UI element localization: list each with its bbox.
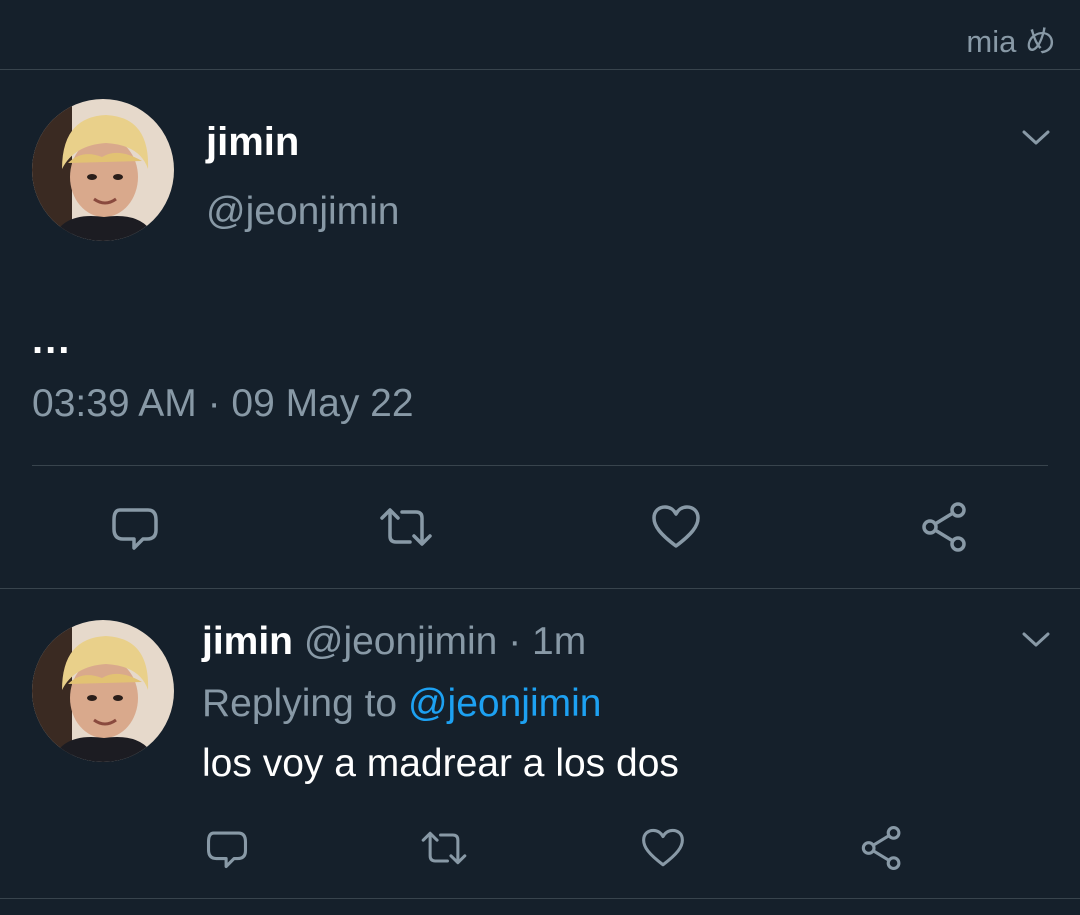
author-handle[interactable]: @jeonjimin bbox=[206, 190, 400, 234]
author-name[interactable]: jimin bbox=[206, 120, 299, 165]
author-handle[interactable]: @jeonjimin bbox=[304, 620, 498, 663]
replying-to: Replying to @jeonjimin bbox=[202, 682, 601, 726]
author-name[interactable]: jimin bbox=[202, 620, 293, 663]
watermark: mia め bbox=[966, 24, 1056, 59]
mention-link[interactable]: @jeonjimin bbox=[408, 682, 602, 725]
avatar-image bbox=[32, 99, 174, 241]
tweet-text: ... bbox=[32, 318, 72, 362]
replying-prefix: Replying to bbox=[202, 682, 408, 725]
reply-header: jimin @jeonjimin · 1m bbox=[202, 620, 586, 664]
divider bbox=[32, 465, 1048, 466]
time-separator: · bbox=[497, 620, 533, 663]
bottom-divider bbox=[0, 898, 1080, 899]
section-divider bbox=[0, 588, 1080, 589]
like-icon[interactable] bbox=[640, 826, 686, 870]
retweet-icon[interactable] bbox=[376, 502, 436, 552]
avatar[interactable] bbox=[32, 99, 174, 241]
top-bar: mia め bbox=[0, 0, 1080, 70]
share-icon[interactable] bbox=[858, 824, 906, 872]
reply-icon[interactable] bbox=[110, 502, 160, 552]
like-icon[interactable] bbox=[650, 502, 702, 552]
reply-icon[interactable] bbox=[205, 826, 249, 870]
retweet-icon[interactable] bbox=[418, 826, 470, 870]
avatar-image bbox=[32, 620, 174, 762]
avatar[interactable] bbox=[32, 620, 174, 762]
chevron-down-icon[interactable] bbox=[1021, 630, 1051, 650]
share-icon[interactable] bbox=[918, 500, 972, 554]
chevron-down-icon[interactable] bbox=[1021, 128, 1051, 148]
reply-text: los voy a madrear a los dos bbox=[202, 742, 679, 785]
tweet-timestamp[interactable]: 03:39 AM · 09 May 22 bbox=[32, 382, 414, 426]
reply-time: 1m bbox=[532, 620, 587, 663]
